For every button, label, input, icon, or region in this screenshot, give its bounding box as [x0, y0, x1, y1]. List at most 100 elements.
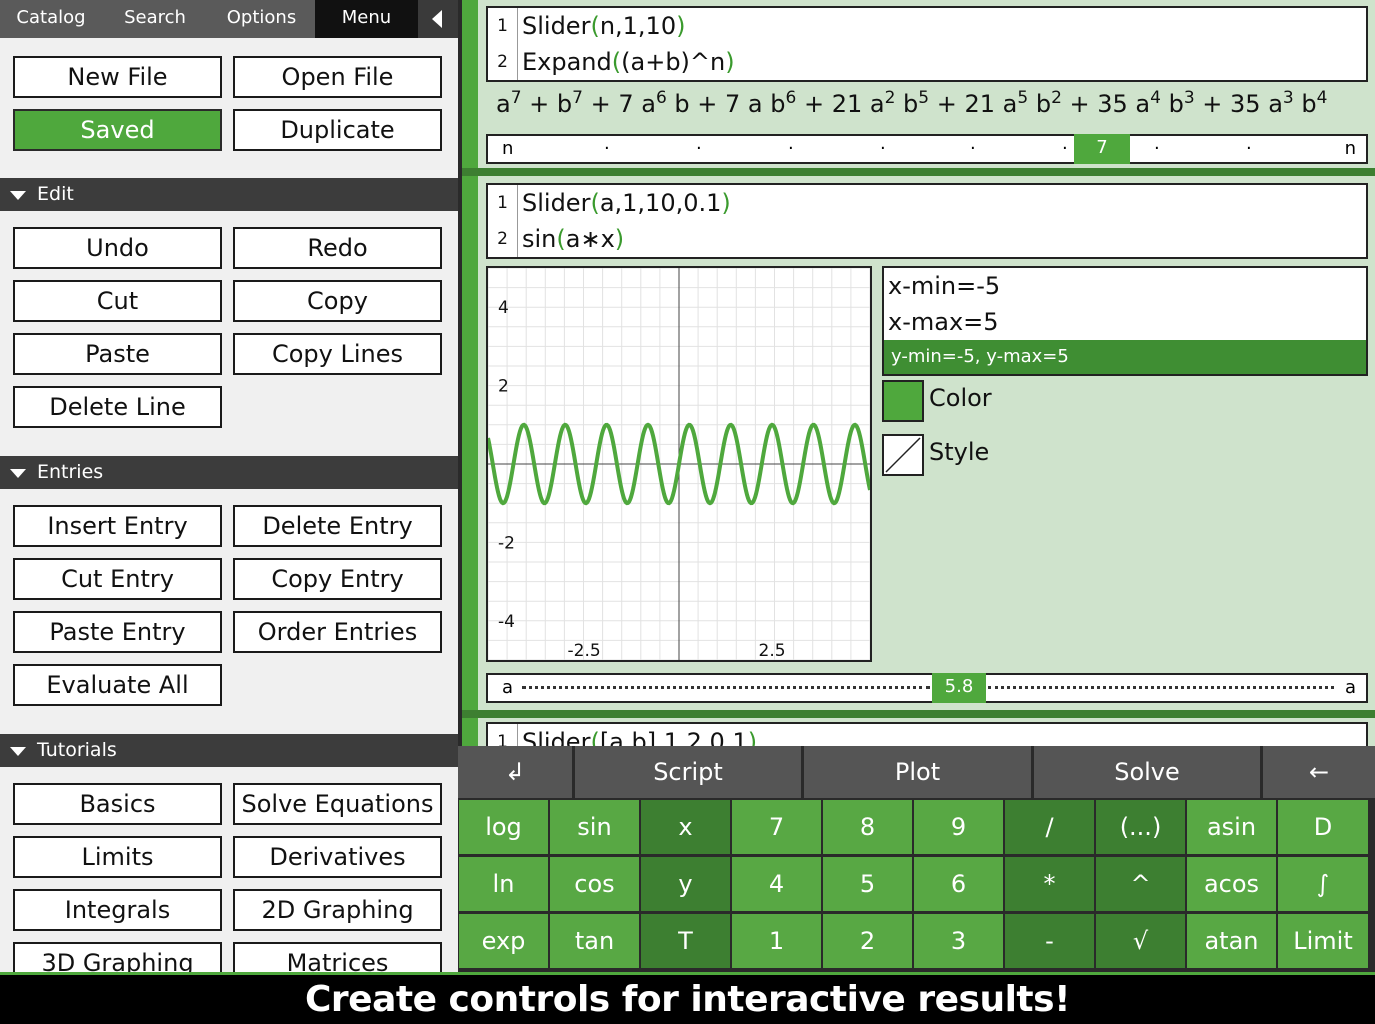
duplicate-button[interactable]: Duplicate — [233, 109, 442, 151]
new-file-button[interactable]: New File — [13, 56, 222, 98]
saved-button[interactable]: Saved — [13, 109, 222, 151]
key-limit[interactable]: Limit — [1278, 914, 1368, 968]
tab-options[interactable]: Options — [208, 0, 315, 38]
section-entries-header[interactable]: Entries — [0, 456, 458, 489]
paren: ( — [590, 189, 600, 217]
tutorial-matrices-button[interactable]: Matrices — [233, 942, 442, 972]
entry1-input[interactable]: 1 Slider(n,1,10) 2 Expand((a+b)^n) — [486, 6, 1368, 82]
power-key[interactable]: ^ — [1096, 857, 1185, 911]
style-swatch[interactable] — [882, 434, 924, 476]
slider-thumb[interactable]: 5.8 — [932, 673, 986, 703]
plot-range-box[interactable]: x-min=-5 x-max=5 y-min=-5, y-max=5 — [882, 266, 1368, 376]
key-6[interactable]: 6 — [914, 857, 1003, 911]
backspace-key[interactable]: ← — [1263, 746, 1375, 798]
sqrt-key[interactable]: √ — [1096, 914, 1185, 968]
paste-entry-button[interactable]: Paste Entry — [13, 611, 222, 653]
tutorial-derivatives-button[interactable]: Derivatives — [233, 836, 442, 878]
key-asin[interactable]: asin — [1187, 800, 1276, 854]
n-slider[interactable]: n · · · · · · 7 · · n — [486, 134, 1368, 164]
minus-key[interactable]: - — [1005, 914, 1094, 968]
key-1[interactable]: 1 — [732, 914, 821, 968]
plot-key[interactable]: Plot — [804, 746, 1031, 798]
script-key[interactable]: Script — [575, 746, 801, 798]
key-ln[interactable]: ln — [459, 857, 548, 911]
slider-track — [522, 686, 930, 689]
order-entries-button[interactable]: Order Entries — [233, 611, 442, 653]
line-number: 2 — [488, 221, 518, 257]
xmin-field[interactable]: x-min=-5 — [884, 268, 1366, 304]
tab-menu[interactable]: Menu — [315, 0, 418, 38]
key-4[interactable]: 4 — [732, 857, 821, 911]
graph-plot[interactable]: 4 2 -2 -4 -2.5 2.5 — [486, 266, 872, 662]
tutorial-limits-button[interactable]: Limits — [13, 836, 222, 878]
a-slider[interactable]: a 5.8 a — [486, 673, 1368, 703]
parentheses-key[interactable]: (...) — [1096, 800, 1185, 854]
key-9[interactable]: 9 — [914, 800, 1003, 854]
tab-catalog[interactable]: Catalog — [0, 0, 102, 38]
graph-canvas[interactable]: 4 2 -2 -4 -2.5 2.5 — [488, 268, 870, 660]
key-exp[interactable]: exp — [459, 914, 548, 968]
entry-line[interactable]: 2 Expand((a+b)^n) — [488, 44, 1366, 80]
entry3-input[interactable]: 1 Slider([a,b],1,2,0.1) — [486, 722, 1368, 746]
entry-gutter[interactable] — [462, 176, 478, 710]
key-t[interactable]: T — [641, 914, 730, 968]
copy-lines-button[interactable]: Copy Lines — [233, 333, 442, 375]
key-atan[interactable]: atan — [1187, 914, 1276, 968]
key-acos[interactable]: acos — [1187, 857, 1276, 911]
key-8[interactable]: 8 — [823, 800, 912, 854]
copy-entry-button[interactable]: Copy Entry — [233, 558, 442, 600]
delete-entry-button[interactable]: Delete Entry — [233, 505, 442, 547]
slider-thumb[interactable]: 7 — [1074, 134, 1130, 164]
section-title: Edit — [37, 183, 74, 205]
xmax-field[interactable]: x-max=5 — [884, 304, 1366, 340]
divide-key[interactable]: / — [1005, 800, 1094, 854]
color-swatch[interactable] — [882, 380, 924, 422]
entry2-input[interactable]: 1 Slider(a,1,10,0.1) 2 sin(a∗x) — [486, 183, 1368, 259]
entry-line[interactable]: 1 Slider(n,1,10) — [488, 8, 1366, 44]
cut-entry-button[interactable]: Cut Entry — [13, 558, 222, 600]
entry-line[interactable]: 2 sin(a∗x) — [488, 221, 1366, 257]
open-file-button[interactable]: Open File — [233, 56, 442, 98]
enter-key[interactable]: ↲ — [458, 746, 572, 798]
key-sin[interactable]: sin — [550, 800, 639, 854]
key-x[interactable]: x — [641, 800, 730, 854]
section-edit-header[interactable]: Edit — [0, 178, 458, 211]
undo-button[interactable]: Undo — [13, 227, 222, 269]
entry-gutter[interactable] — [462, 718, 478, 746]
color-label: Color — [929, 384, 992, 412]
key-log[interactable]: log — [459, 800, 548, 854]
key-d[interactable]: D — [1278, 800, 1368, 854]
key-3[interactable]: 3 — [914, 914, 1003, 968]
tutorial-basics-button[interactable]: Basics — [13, 783, 222, 825]
solve-key[interactable]: Solve — [1034, 746, 1260, 798]
tutorial-integrals-button[interactable]: Integrals — [13, 889, 222, 931]
entry-separator — [462, 710, 1375, 718]
style-label: Style — [929, 438, 990, 466]
yrange-field[interactable]: y-min=-5, y-max=5 — [884, 340, 1366, 374]
integral-key[interactable]: ∫ — [1278, 857, 1368, 911]
collapse-panel-icon[interactable] — [418, 0, 458, 38]
cut-button[interactable]: Cut — [13, 280, 222, 322]
entry-line[interactable]: 1 Slider([a,b],1,2,0.1) — [488, 724, 1366, 746]
insert-entry-button[interactable]: Insert Entry — [13, 505, 222, 547]
delete-line-button[interactable]: Delete Line — [13, 386, 222, 428]
key-cos[interactable]: cos — [550, 857, 639, 911]
paste-button[interactable]: Paste — [13, 333, 222, 375]
tutorial-solve-equations-button[interactable]: Solve Equations — [233, 783, 442, 825]
key-y[interactable]: y — [641, 857, 730, 911]
key-7[interactable]: 7 — [732, 800, 821, 854]
entry-line[interactable]: 1 Slider(a,1,10,0.1) — [488, 185, 1366, 221]
y-tick-label: 4 — [498, 298, 509, 318]
redo-button[interactable]: Redo — [233, 227, 442, 269]
tutorial-2d-graphing-button[interactable]: 2D Graphing — [233, 889, 442, 931]
key-tan[interactable]: tan — [550, 914, 639, 968]
key-5[interactable]: 5 — [823, 857, 912, 911]
section-tutorials-header[interactable]: Tutorials — [0, 734, 458, 767]
key-2[interactable]: 2 — [823, 914, 912, 968]
evaluate-all-button[interactable]: Evaluate All — [13, 664, 222, 706]
entry-gutter[interactable] — [462, 0, 478, 168]
multiply-key[interactable]: * — [1005, 857, 1094, 911]
tab-search[interactable]: Search — [102, 0, 208, 38]
tutorial-3d-graphing-button[interactable]: 3D Graphing — [13, 942, 222, 972]
copy-button[interactable]: Copy — [233, 280, 442, 322]
